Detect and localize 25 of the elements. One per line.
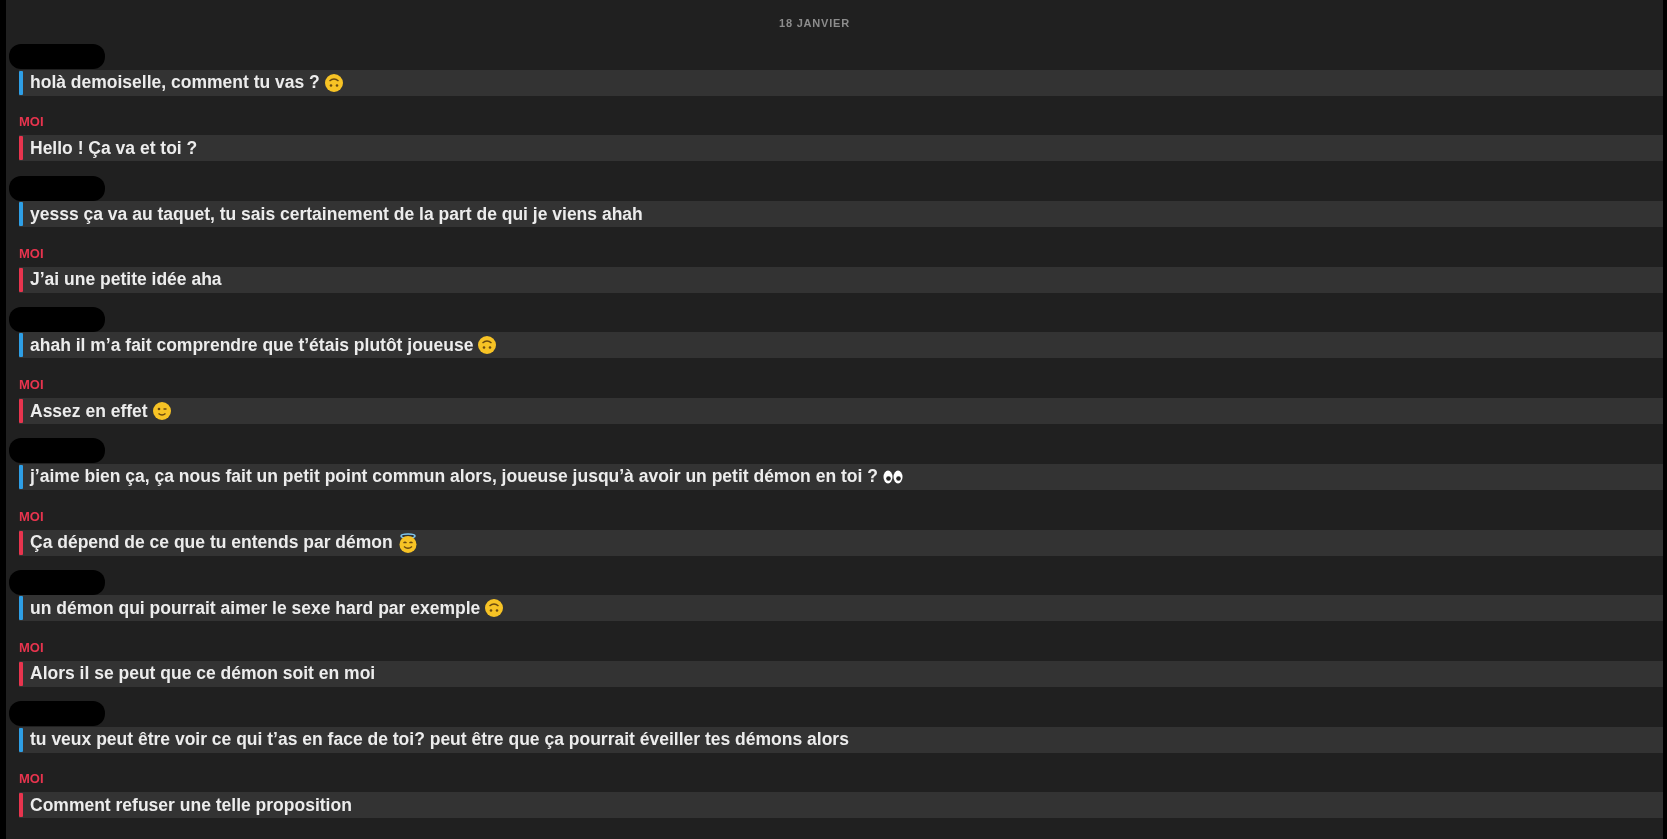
date-header: 18 JANVIER xyxy=(779,17,850,30)
upside-down-face-icon xyxy=(478,336,497,355)
sender-name: MOI xyxy=(19,245,44,262)
sender-name: MOI xyxy=(19,508,44,525)
sender-name: MOI xyxy=(19,377,44,394)
message-text: Alors il se peut que ce démon soit en moi xyxy=(30,663,376,685)
sender-name: MOI xyxy=(19,639,44,656)
sender-name: MOI xyxy=(19,114,44,131)
message-text: Comment refuser une telle proposition xyxy=(30,794,352,816)
message-text: ahah il m’a fait comprendre que t’étais plutôt joueuse xyxy=(30,334,474,356)
sender-name: MOI xyxy=(19,771,44,788)
eyes-icon xyxy=(882,469,903,484)
message-text: yesss ça va au taquet, tu sais certainement de la part de qui je viens ahah xyxy=(30,203,643,225)
message-text: tu veux peut être voir ce qui t’as en face de toi? peut être que ça pourrait éveiller tes démons alors xyxy=(30,729,849,751)
message-text: holà demoiselle, comment tu vas ? xyxy=(30,72,320,94)
upside-down-face-icon xyxy=(324,73,343,92)
message-text: Assez en effet xyxy=(30,400,148,422)
message-text: un démon qui pourrait aimer le sexe hard par exemple xyxy=(30,597,481,619)
message-text: Hello ! Ça va et toi ? xyxy=(30,137,198,159)
winking-face-icon xyxy=(152,402,171,421)
message-text: Ça dépend de ce que tu entends par démon xyxy=(30,532,393,553)
message-text: J’ai une petite idée aha xyxy=(30,269,222,291)
upside-down-face-icon xyxy=(485,599,504,618)
halo-face-icon xyxy=(397,532,418,553)
message-text: j’aime bien ça, ça nous fait un petit point commun alors, joueuse jusqu’à avoir un petit démon en toi ? xyxy=(30,466,878,488)
